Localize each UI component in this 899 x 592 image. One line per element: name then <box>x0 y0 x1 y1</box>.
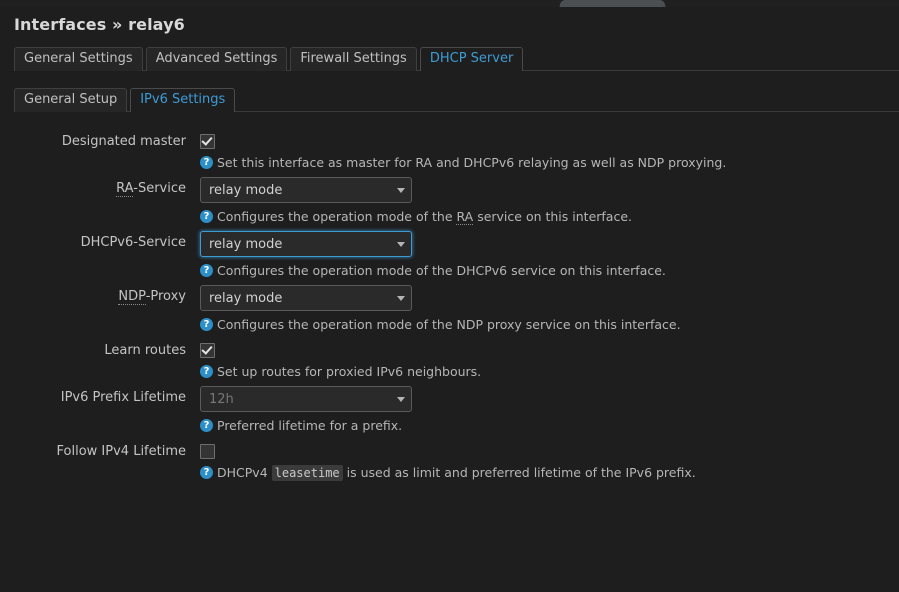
checkbox-designated-master[interactable] <box>200 134 215 149</box>
form-row-follow-ipv4-lifetime: Follow IPv4 Lifetime ? DHCPv4 leasetime … <box>0 440 899 482</box>
chevron-down-icon <box>397 241 405 247</box>
field-dhcpv6-service: relay mode ? Configures the operation mo… <box>200 231 899 279</box>
help-dhcpv6-service: ? Configures the operation mode of the D… <box>200 262 899 279</box>
help-ra-service: ? Configures the operation mode of the R… <box>200 208 899 225</box>
tab-ipv6-settings[interactable]: IPv6 Settings <box>130 88 236 112</box>
help-icon: ? <box>200 466 213 479</box>
form-row-ra-service: RA-Service relay mode ? Configures the o… <box>0 177 899 225</box>
help-ipv6-prefix-lifetime: ? Preferred lifetime for a prefix. <box>200 417 899 434</box>
help-follow-ipv4-lifetime: ? DHCPv4 leasetime is used as limit and … <box>200 464 899 482</box>
help-icon: ? <box>200 264 213 277</box>
page-title-separator: » <box>112 15 123 34</box>
select-ndp-proxy[interactable]: relay mode <box>200 285 412 311</box>
browser-chrome-strip <box>0 0 899 8</box>
help-icon: ? <box>200 210 213 223</box>
label-ndp-proxy-rest: -Proxy <box>145 289 186 304</box>
tab-bar-outer: General Settings Advanced Settings Firew… <box>14 46 899 71</box>
help-text: Configures the operation mode of the DHC… <box>217 263 666 278</box>
label-dhcpv6-service: DHCPv6-Service <box>80 235 186 250</box>
select-ra-service[interactable]: relay mode <box>200 177 412 203</box>
label-abbr-ndp: NDP <box>118 289 146 305</box>
help-text: Configures the operation mode of the NDP… <box>217 317 681 332</box>
browser-tab-sliver[interactable] <box>559 0 666 8</box>
label-ra-service-rest: -Service <box>133 181 186 196</box>
page-title-prefix: Interfaces <box>14 15 107 34</box>
help-icon: ? <box>200 156 213 169</box>
tab-dhcp-server[interactable]: DHCP Server <box>419 47 524 71</box>
help-text: DHCPv4 leasetime is used as limit and pr… <box>217 464 696 482</box>
help-text: Preferred lifetime for a prefix. <box>217 418 403 433</box>
help-text: Set this interface as master for RA and … <box>217 155 727 170</box>
label-ndp-proxy: NDP-Proxy <box>0 285 200 306</box>
select-ipv6-prefix-lifetime[interactable]: 12h <box>200 386 412 412</box>
help-ra-post: service on this interface. <box>473 209 632 224</box>
help-ra-pre: Configures the operation mode of the <box>217 209 457 224</box>
form-row-learn-routes: Learn routes ? Set up routes for proxied… <box>0 339 899 380</box>
form-row-designated-master: Designated master ? Set this interface a… <box>0 130 899 171</box>
help-text: Set up routes for proxied IPv6 neighbour… <box>217 364 482 379</box>
form-row-ndp-proxy: NDP-Proxy relay mode ? Configures the op… <box>0 285 899 333</box>
label-ra-service: RA-Service <box>0 177 200 198</box>
checkbox-follow-ipv4-lifetime[interactable] <box>200 444 215 459</box>
help-ipv4-post: is used as limit and preferred lifetime … <box>342 465 696 480</box>
tab-advanced-settings[interactable]: Advanced Settings <box>145 47 288 71</box>
field-ra-service: relay mode ? Configures the operation mo… <box>200 177 899 225</box>
help-icon: ? <box>200 318 213 331</box>
label-designated-master: Designated master <box>61 134 186 149</box>
tab-firewall-settings[interactable]: Firewall Settings <box>290 47 417 71</box>
chevron-down-icon <box>397 295 405 301</box>
label-learn-routes: Learn routes <box>104 343 186 358</box>
page-title: Interfaces » relay6 <box>0 7 899 34</box>
form-row-dhcpv6-service: DHCPv6-Service relay mode ? Configures t… <box>0 231 899 279</box>
page-container: Interfaces » relay6 General Settings Adv… <box>0 7 899 592</box>
tab-general-setup[interactable]: General Setup <box>14 88 128 112</box>
form-row-ipv6-prefix-lifetime: IPv6 Prefix Lifetime 12h ? Preferred lif… <box>0 386 899 434</box>
help-icon: ? <box>200 419 213 432</box>
select-ipv6-prefix-lifetime-value: 12h <box>209 391 234 407</box>
field-follow-ipv4-lifetime: ? DHCPv4 leasetime is used as limit and … <box>200 440 899 482</box>
select-ra-service-value: relay mode <box>209 182 283 198</box>
ipv6-settings-form: Designated master ? Set this interface a… <box>0 130 899 482</box>
select-dhcpv6-service-value: relay mode <box>209 236 283 252</box>
help-ipv4-pre: DHCPv4 <box>217 465 272 480</box>
select-dhcpv6-service[interactable]: relay mode <box>200 231 412 257</box>
field-ndp-proxy: relay mode ? Configures the operation mo… <box>200 285 899 333</box>
tab-bar-inner: General Setup IPv6 Settings <box>14 87 899 112</box>
help-text: Configures the operation mode of the RA … <box>217 208 632 225</box>
field-learn-routes: ? Set up routes for proxied IPv6 neighbo… <box>200 339 899 380</box>
chevron-down-icon <box>397 396 405 402</box>
help-abbr-ra: RA <box>456 209 474 225</box>
checkbox-learn-routes[interactable] <box>200 343 215 358</box>
tab-general-settings[interactable]: General Settings <box>14 47 143 71</box>
page-title-name: relay6 <box>128 15 185 34</box>
help-icon: ? <box>200 365 213 378</box>
field-designated-master: ? Set this interface as master for RA an… <box>200 130 899 171</box>
chevron-down-icon <box>397 187 405 193</box>
label-follow-ipv4-lifetime: Follow IPv4 Lifetime <box>56 444 186 459</box>
select-ndp-proxy-value: relay mode <box>209 290 283 306</box>
label-ipv6-prefix-lifetime: IPv6 Prefix Lifetime <box>60 390 186 405</box>
help-ndp-proxy: ? Configures the operation mode of the N… <box>200 316 899 333</box>
help-learn-routes: ? Set up routes for proxied IPv6 neighbo… <box>200 363 899 380</box>
help-code-leasetime: leasetime <box>271 465 343 481</box>
field-ipv6-prefix-lifetime: 12h ? Preferred lifetime for a prefix. <box>200 386 899 434</box>
help-designated-master: ? Set this interface as master for RA an… <box>200 154 899 171</box>
label-abbr-ra: RA <box>116 181 134 197</box>
